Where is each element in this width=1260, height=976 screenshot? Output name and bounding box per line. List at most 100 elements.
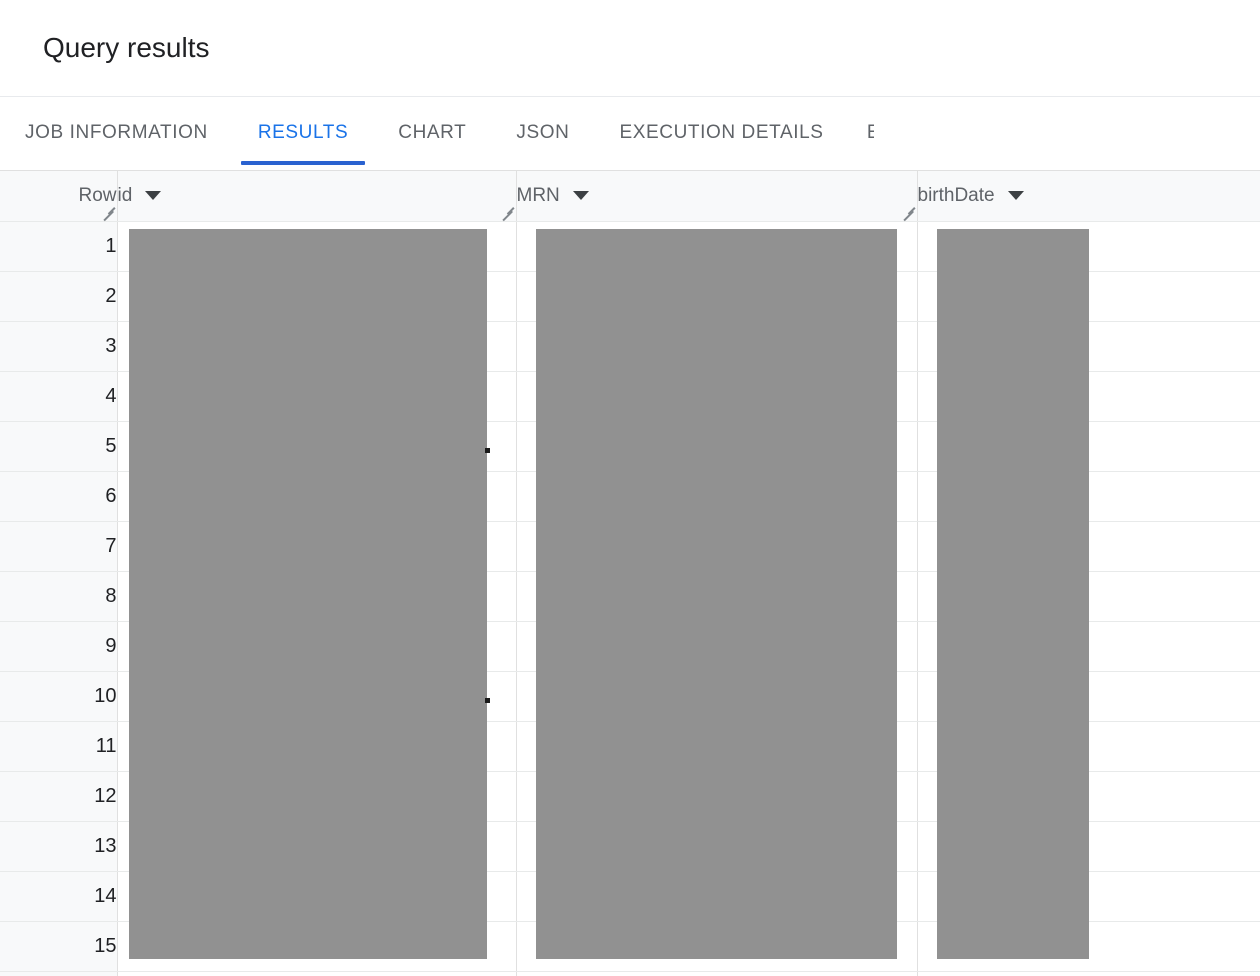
cell-id[interactable]: [117, 471, 517, 522]
tab-job-information[interactable]: JOB INFORMATION: [0, 97, 233, 169]
row-number-cell: 2: [0, 271, 118, 322]
table-header: Row id MRN birthDate: [0, 171, 1260, 222]
cell-id[interactable]: [117, 671, 517, 722]
results-table: Row id MRN birthDate 1 2 3 4 5 6 7 8 9 1…: [0, 171, 1260, 976]
table-header-row: Row id MRN birthDate: [0, 171, 1260, 222]
cell-mrn[interactable]: [516, 921, 918, 972]
row-number-cell: 14: [0, 871, 118, 922]
cell-mrn[interactable]: [516, 221, 918, 272]
cell-id[interactable]: [117, 421, 517, 472]
table-row[interactable]: 12: [0, 771, 1260, 822]
column-resize-handle-id[interactable]: [498, 204, 514, 220]
cell-mrn[interactable]: [516, 871, 918, 922]
cell-birthdate[interactable]: [917, 871, 1260, 922]
cell-id[interactable]: [117, 821, 517, 872]
cell-id[interactable]: [117, 971, 517, 976]
tab-execution-details[interactable]: EXECUTION DETAILS: [594, 97, 848, 169]
cell-mrn[interactable]: [516, 571, 918, 622]
cell-birthdate[interactable]: [917, 421, 1260, 472]
cell-birthdate[interactable]: [917, 621, 1260, 672]
cell-mrn[interactable]: [516, 521, 918, 572]
cell-birthdate[interactable]: [917, 371, 1260, 422]
table-body: 1 2 3 4 5 6 7 8 9 10 11 12 13 14 15: [0, 221, 1260, 976]
cell-mrn[interactable]: [516, 371, 918, 422]
table-row[interactable]: 3: [0, 321, 1260, 372]
cell-id[interactable]: [117, 771, 517, 822]
tab-label: JSON: [516, 122, 570, 143]
column-header-row[interactable]: Row: [0, 171, 118, 222]
cell-mrn[interactable]: [516, 271, 918, 322]
cell-mrn[interactable]: [516, 471, 918, 522]
column-resize-handle-row[interactable]: [99, 204, 115, 220]
cell-birthdate[interactable]: [917, 521, 1260, 572]
row-number-cell: 10: [0, 671, 118, 722]
cell-id[interactable]: [117, 271, 517, 322]
cell-mrn[interactable]: [516, 421, 918, 472]
tab-chart[interactable]: CHART: [373, 97, 491, 169]
column-header-id[interactable]: id: [117, 171, 517, 222]
table-row[interactable]: 7: [0, 521, 1260, 572]
cell-birthdate[interactable]: [917, 771, 1260, 822]
tab-label: EXECUTION DETAILS: [619, 122, 824, 143]
row-number-cell: 3: [0, 321, 118, 372]
cell-birthdate[interactable]: [917, 221, 1260, 272]
table-row[interactable]: 9: [0, 621, 1260, 672]
cell-birthdate[interactable]: [917, 671, 1260, 722]
tab-json[interactable]: JSON: [491, 97, 594, 169]
cell-mrn[interactable]: [516, 721, 918, 772]
column-header-birthdate[interactable]: birthDate: [917, 171, 1260, 222]
tab-results[interactable]: RESULTS: [233, 97, 373, 169]
table-row[interactable]: 2: [0, 271, 1260, 322]
cell-birthdate[interactable]: [917, 921, 1260, 972]
cell-mrn[interactable]: [516, 971, 918, 976]
cell-mrn[interactable]: [516, 771, 918, 822]
cell-id[interactable]: [117, 571, 517, 622]
table-row[interactable]: 13: [0, 821, 1260, 872]
table-row[interactable]: 15: [0, 921, 1260, 972]
cell-mrn[interactable]: [516, 821, 918, 872]
chevron-down-icon[interactable]: [572, 191, 589, 201]
cell-id[interactable]: [117, 521, 517, 572]
table-row[interactable]: 5: [0, 421, 1260, 472]
column-header-mrn[interactable]: MRN: [516, 171, 918, 222]
cell-birthdate[interactable]: [917, 471, 1260, 522]
cell-id[interactable]: [117, 921, 517, 972]
tab-label: RESULTS: [257, 122, 349, 143]
table-row[interactable]: 4: [0, 371, 1260, 422]
cell-mrn[interactable]: [516, 321, 918, 372]
tab-label: E: [867, 122, 874, 144]
chevron-down-icon[interactable]: [1007, 191, 1024, 201]
table-row[interactable]: [0, 971, 1260, 976]
column-header-label: id: [117, 184, 133, 206]
cell-birthdate[interactable]: [917, 271, 1260, 322]
table-row[interactable]: 11: [0, 721, 1260, 772]
cell-id[interactable]: [117, 371, 517, 422]
table-row[interactable]: 6: [0, 471, 1260, 522]
row-number-cell: 15: [0, 921, 118, 972]
cell-birthdate[interactable]: [917, 971, 1260, 976]
row-number-cell: [0, 971, 118, 976]
tab-execution-graph-partial[interactable]: E: [849, 97, 874, 169]
table-row[interactable]: 10: [0, 671, 1260, 722]
cell-id[interactable]: [117, 321, 517, 372]
panel-title-bar: Query results: [0, 0, 1260, 97]
cell-birthdate[interactable]: [917, 821, 1260, 872]
cell-id[interactable]: [117, 871, 517, 922]
row-number-cell: 7: [0, 521, 118, 572]
cell-birthdate[interactable]: [917, 321, 1260, 372]
cell-mrn[interactable]: [516, 621, 918, 672]
tab-label: JOB INFORMATION: [25, 122, 208, 143]
table-row[interactable]: 1: [0, 221, 1260, 272]
cell-id[interactable]: [117, 721, 517, 772]
cell-birthdate[interactable]: [917, 721, 1260, 772]
column-resize-handle-mrn[interactable]: [899, 204, 915, 220]
table-row[interactable]: 14: [0, 871, 1260, 922]
cell-birthdate[interactable]: [917, 571, 1260, 622]
cell-id[interactable]: [117, 221, 517, 272]
chevron-down-icon[interactable]: [145, 191, 162, 201]
table-row[interactable]: 8: [0, 571, 1260, 622]
cell-id[interactable]: [117, 621, 517, 672]
column-header-label: MRN: [516, 184, 560, 206]
cell-mrn[interactable]: [516, 671, 918, 722]
tab-bar: JOB INFORMATION RESULTS CHART JSON EXECU…: [0, 97, 1260, 171]
